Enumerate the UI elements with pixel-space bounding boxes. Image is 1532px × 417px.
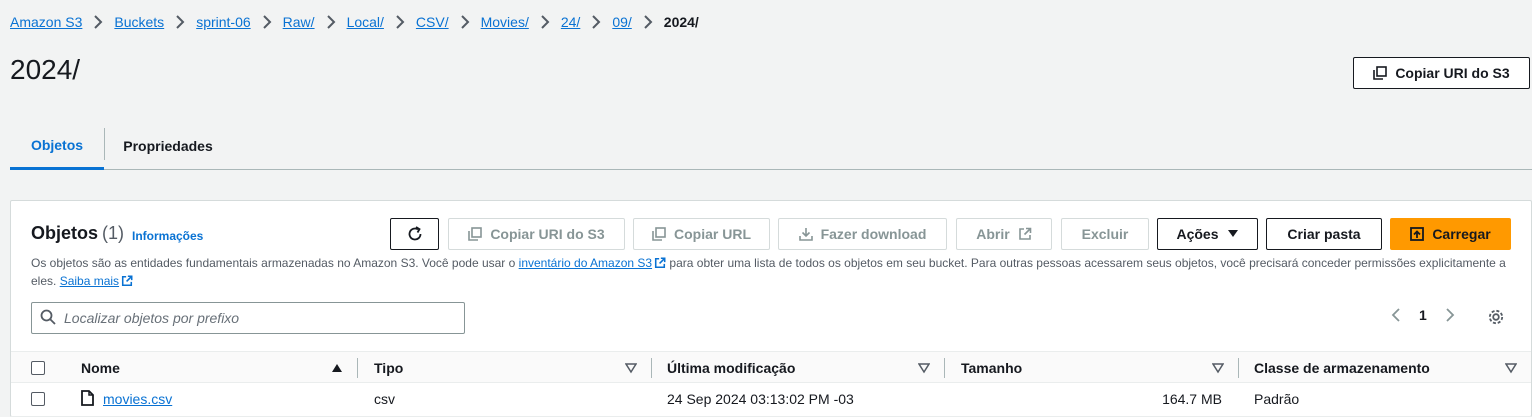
objects-title-text: Objetos	[31, 223, 99, 243]
learn-more-link[interactable]: Saiba mais	[60, 274, 119, 288]
sort-down-icon[interactable]	[918, 362, 930, 374]
chevron-right-icon	[82, 15, 114, 29]
breadcrumb-current: 2024/	[663, 14, 699, 30]
objects-panel: Objetos (1) Informações Copiar URI do S3 …	[10, 200, 1532, 417]
breadcrumb-24[interactable]: 24/	[561, 14, 580, 30]
tab-objects[interactable]: Objetos	[10, 122, 104, 170]
breadcrumb-09[interactable]: 09/	[612, 14, 631, 30]
copy-url-label: Copiar URL	[674, 226, 751, 242]
chevron-right-icon	[449, 15, 481, 29]
open-label: Abrir	[976, 226, 1010, 242]
current-page[interactable]: 1	[1419, 307, 1427, 323]
cell-name: movies.csv	[81, 383, 172, 415]
copy-icon	[1373, 66, 1388, 80]
tab-divider	[104, 128, 105, 160]
column-divider	[944, 358, 945, 378]
file-name-link[interactable]: movies.csv	[103, 391, 172, 407]
chevron-right-icon	[315, 15, 347, 29]
column-header-storage-class[interactable]: Classe de armazenamento	[1254, 352, 1430, 384]
delete-button[interactable]: Excluir	[1061, 218, 1149, 250]
page-title: 2024/	[10, 54, 81, 85]
external-link-icon	[654, 257, 666, 273]
gear-icon[interactable]	[1487, 308, 1505, 329]
refresh-icon	[407, 226, 423, 242]
sort-down-icon[interactable]	[625, 362, 637, 374]
cell-type: csv	[374, 391, 395, 407]
create-folder-label: Criar pasta	[1287, 226, 1361, 242]
select-all-checkbox[interactable]	[31, 361, 45, 375]
objects-description: Os objetos são as entidades fundamentais…	[31, 255, 1511, 291]
sort-down-icon[interactable]	[1212, 362, 1224, 374]
column-header-size[interactable]: Tamanho	[961, 352, 1022, 384]
objects-count: (1)	[102, 223, 125, 243]
column-divider	[357, 358, 358, 378]
tabs: Objetos Propriedades	[10, 122, 1532, 170]
inventory-link[interactable]: inventário do Amazon S3	[519, 256, 652, 270]
upload-label: Carregar	[1432, 226, 1491, 242]
chevron-right-icon	[632, 15, 664, 29]
cell-storage-class: Padrão	[1254, 391, 1300, 407]
column-header-name[interactable]: Nome	[81, 352, 120, 384]
sort-down-icon[interactable]	[1505, 362, 1517, 374]
refresh-button[interactable]	[390, 218, 439, 250]
cell-size: 164.7 MB	[1162, 391, 1222, 407]
breadcrumb-movies[interactable]: Movies/	[481, 14, 529, 30]
copy-uri-label: Copiar URI do S3	[490, 226, 605, 242]
objects-panel-title: Objetos (1)	[31, 223, 124, 244]
pagination: 1	[1391, 307, 1455, 323]
search-input[interactable]	[64, 310, 444, 326]
actions-dropdown-button[interactable]: Ações	[1157, 218, 1258, 250]
table-row: movies.csv csv 24 Sep 2024 03:13:02 PM -…	[11, 383, 1531, 417]
search-box	[31, 302, 465, 334]
breadcrumb-csv[interactable]: CSV/	[416, 14, 449, 30]
breadcrumb: Amazon S3 Buckets sprint-06 Raw/ Local/ …	[10, 12, 699, 32]
column-divider	[651, 358, 652, 378]
delete-label: Excluir	[1081, 226, 1129, 242]
tab-properties[interactable]: Propriedades	[110, 122, 226, 169]
create-folder-button[interactable]: Criar pasta	[1266, 218, 1382, 250]
column-divider	[1238, 358, 1239, 378]
column-header-type[interactable]: Tipo	[374, 352, 403, 384]
chevron-right-icon	[164, 15, 196, 29]
actions-label: Ações	[1176, 226, 1219, 242]
chevron-right-icon	[529, 15, 561, 29]
copy-s3-uri-label: Copiar URI do S3	[1395, 65, 1510, 81]
copy-icon	[468, 227, 483, 241]
upload-button[interactable]: Carregar	[1390, 218, 1511, 250]
cell-last-modified: 24 Sep 2024 03:13:02 PM -03	[667, 391, 854, 407]
chevron-left-icon[interactable]	[1391, 307, 1401, 323]
breadcrumb-buckets[interactable]: Buckets	[114, 14, 164, 30]
breadcrumb-raw[interactable]: Raw/	[283, 14, 315, 30]
download-icon	[798, 227, 813, 241]
caret-down-icon	[1227, 229, 1239, 239]
copy-uri-button[interactable]: Copiar URI do S3	[448, 218, 625, 250]
open-button[interactable]: Abrir	[956, 218, 1052, 250]
chevron-right-icon	[384, 15, 416, 29]
column-header-last-modified[interactable]: Última modificação	[667, 352, 795, 384]
download-label: Fazer download	[820, 226, 927, 242]
file-icon	[81, 389, 94, 409]
info-link[interactable]: Informações	[132, 229, 203, 243]
breadcrumb-local[interactable]: Local/	[347, 14, 384, 30]
sort-up-icon[interactable]	[331, 362, 343, 374]
table-header: Nome Tipo Última modificação Tamanho Cla…	[11, 351, 1531, 383]
copy-icon	[652, 227, 666, 241]
row-checkbox[interactable]	[31, 392, 45, 406]
breadcrumb-bucket-name[interactable]: sprint-06	[196, 14, 250, 30]
search-icon	[40, 309, 56, 328]
chevron-right-icon	[580, 15, 612, 29]
breadcrumb-amazon-s3[interactable]: Amazon S3	[10, 14, 82, 30]
description-text-1: Os objetos são as entidades fundamentais…	[31, 256, 519, 270]
download-button[interactable]: Fazer download	[778, 218, 947, 250]
copy-s3-uri-button[interactable]: Copiar URI do S3	[1353, 57, 1530, 89]
external-link-icon	[1018, 227, 1032, 241]
copy-url-button[interactable]: Copiar URL	[633, 218, 770, 250]
external-link-icon	[121, 275, 133, 291]
upload-icon	[1410, 227, 1425, 241]
chevron-right-icon[interactable]	[1445, 307, 1455, 323]
chevron-right-icon	[251, 15, 283, 29]
